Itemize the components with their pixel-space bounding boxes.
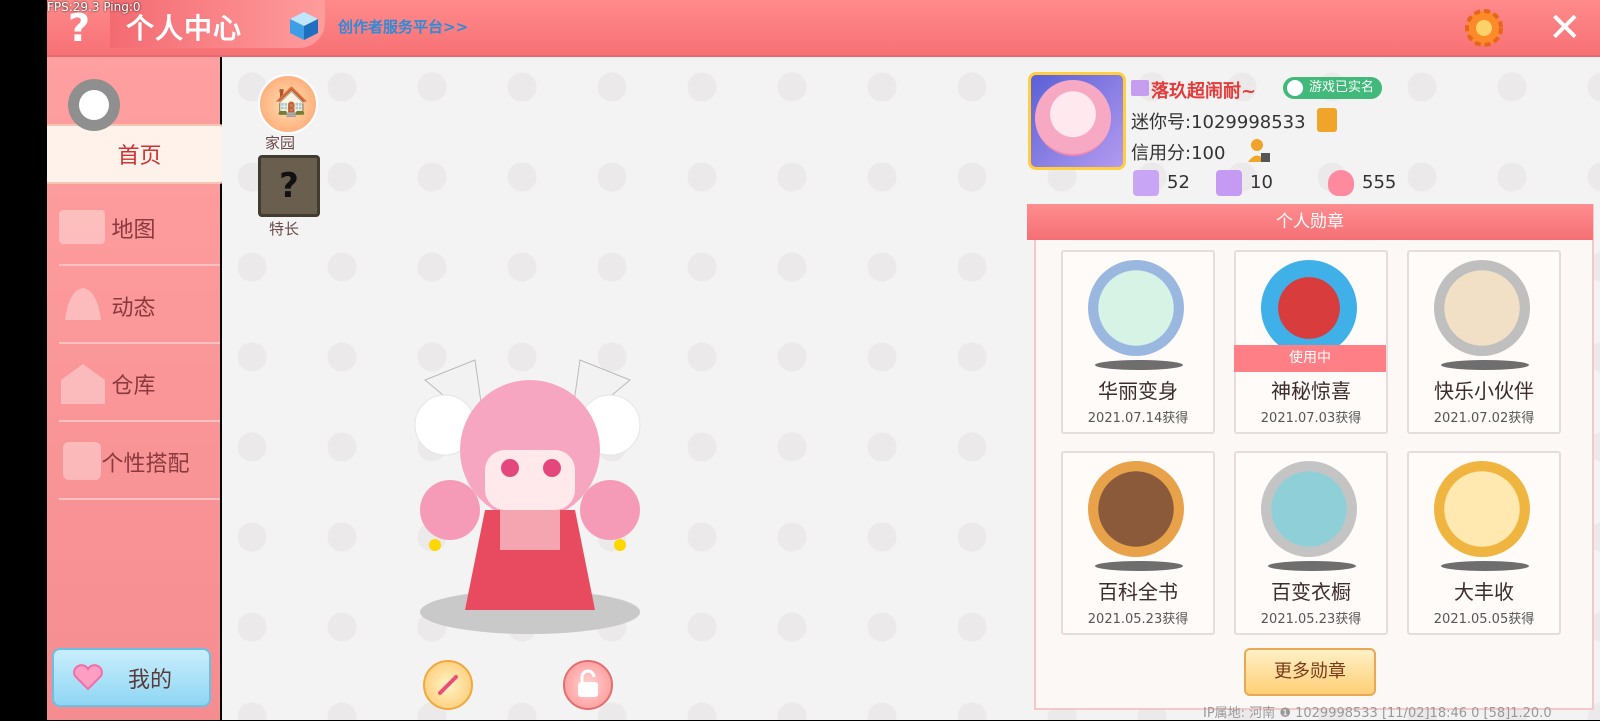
mini-id: 迷你号:1029998533 xyxy=(1131,112,1306,133)
specialty-label: 特长 xyxy=(269,220,300,238)
medal-card[interactable]: 华丽变身 2021.07.14获得 xyxy=(1061,250,1215,434)
nickname: 落玖超闹耐~ xyxy=(1151,81,1257,102)
homeland-icon[interactable]: 🏠 xyxy=(258,74,318,134)
stat-badges: 52 xyxy=(1133,170,1190,196)
sidebar-item-label: 动态 xyxy=(111,296,156,321)
medal-icon xyxy=(1434,260,1530,356)
copy-icon[interactable] xyxy=(1317,108,1337,132)
medal-panel-title: 个人勋章 xyxy=(1027,204,1593,240)
heart-icon xyxy=(73,664,103,691)
sidebar: 首页 地图 动态 仓库 个性搭配 xyxy=(47,57,225,720)
sidebar-item-label: 仓库 xyxy=(111,374,156,399)
in-use-badge: 使用中 xyxy=(1234,345,1386,372)
me-button-label: 我的 xyxy=(128,668,173,693)
medal-card[interactable]: 百科全书 2021.05.23获得 xyxy=(1061,451,1215,635)
crown-icon xyxy=(1131,80,1149,96)
medal-card[interactable]: 快乐小伙伴 2021.07.02获得 xyxy=(1407,250,1561,434)
sidebar-item-warehouse[interactable]: 仓库 xyxy=(47,344,220,422)
sidebar-item-map[interactable]: 地图 xyxy=(47,188,220,266)
badge-plus-icon xyxy=(1133,170,1159,196)
help-icon[interactable]: ? xyxy=(62,8,96,48)
sidebar-item-outfit[interactable]: 个性搭配 xyxy=(47,422,220,500)
trophy-icon xyxy=(1216,170,1242,196)
specialty-icon[interactable]: ? xyxy=(258,155,320,217)
lock-icon[interactable] xyxy=(563,660,613,710)
medal-icon xyxy=(1088,461,1184,557)
creator-platform-link[interactable]: 创作者服务平台>> xyxy=(338,16,468,37)
sidebar-item-label: 个性搭配 xyxy=(101,452,190,477)
medal-icon xyxy=(1434,461,1530,557)
medal-card[interactable]: 大丰收 2021.05.05获得 xyxy=(1407,451,1561,635)
edit-icon[interactable] xyxy=(423,660,473,710)
sidebar-item-label: 首页 xyxy=(117,144,162,169)
more-medals-button[interactable]: 更多勋章 xyxy=(1244,648,1376,696)
fps-readout: FPS:29.3 Ping:0 xyxy=(47,0,141,14)
close-icon[interactable]: ✕ xyxy=(1548,6,1582,50)
stat-trophies: 10 xyxy=(1216,170,1273,196)
medal-icon xyxy=(1261,260,1357,356)
flame-icon xyxy=(1328,170,1354,196)
page-title: 个人中心 xyxy=(126,12,243,45)
footer-info: IP属地: 河南 ❶ 1029998533 [11/02]18:46 0 [58… xyxy=(1203,706,1552,721)
medal-icon xyxy=(1261,461,1357,557)
avatar[interactable] xyxy=(1035,80,1111,156)
medal-icon xyxy=(1088,260,1184,356)
real-name-badge: 游戏已实名 xyxy=(1283,77,1383,99)
medal-card[interactable]: 使用中 神秘惊喜 2021.07.03获得 xyxy=(1234,250,1388,434)
homeland-label: 家园 xyxy=(265,134,296,152)
person-icon[interactable] xyxy=(1247,137,1271,163)
medal-card[interactable]: 百变衣橱 2021.05.23获得 xyxy=(1234,451,1388,635)
character-avatar[interactable] xyxy=(405,340,650,640)
sidebar-item-feed[interactable]: 动态 xyxy=(47,266,220,344)
me-button[interactable]: 我的 xyxy=(52,648,211,707)
sidebar-item-label: 地图 xyxy=(111,218,156,243)
credit-score: 信用分:100 xyxy=(1131,143,1226,164)
gear-icon[interactable] xyxy=(1463,7,1505,49)
toggle-switch[interactable] xyxy=(68,79,120,131)
stat-popularity: 555 xyxy=(1328,170,1396,196)
cube-icon[interactable] xyxy=(288,10,320,42)
